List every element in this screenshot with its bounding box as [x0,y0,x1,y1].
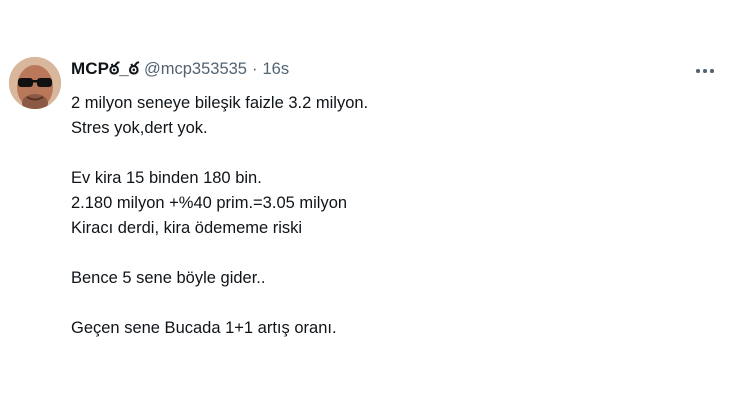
more-options-button[interactable] [690,61,720,81]
tweet-content: MCPఠ_ఠ @mcp353535 · 16s 2 milyon seneye … [71,59,671,341]
tweet-text-line: 2.180 milyon +%40 prim.=3.05 milyon [71,194,348,212]
avatar[interactable] [9,57,61,109]
tweet-timestamp[interactable]: 16s [262,60,289,79]
tweet-text-line [71,241,671,266]
tweet-text-line [71,141,671,166]
separator-dot: · [251,60,258,78]
tweet-text-line: 2 milyon seneye bileşik faizle 3.2 milyo… [71,94,369,112]
author-display-name[interactable]: MCPఠ_ఠ [71,59,139,83]
avatar-photo [9,57,61,109]
tweet-text-line: Ev kira 15 binden 180 bin. [71,169,262,187]
tweet-header: MCPఠ_ఠ @mcp353535 · 16s [71,59,671,83]
tweet-text-line: Bence 5 sene böyle gider.. [71,269,266,287]
tweet-text: 2 milyon seneye bileşik faizle 3.2 milyo… [71,91,671,341]
tweet-text-line: Geçen sene Bucada 1+1 artış oranı. [71,319,337,337]
tweet-text-line: Kiracı derdi, kira ödememe riski [71,219,303,237]
tweet-text-line [71,291,671,316]
author-handle[interactable]: @mcp353535 [144,60,247,79]
tweet-card: MCPఠ_ఠ @mcp353535 · 16s 2 milyon seneye … [0,0,730,420]
more-horizontal-icon [695,69,715,73]
tweet-text-line: Stres yok,dert yok. [71,119,208,137]
